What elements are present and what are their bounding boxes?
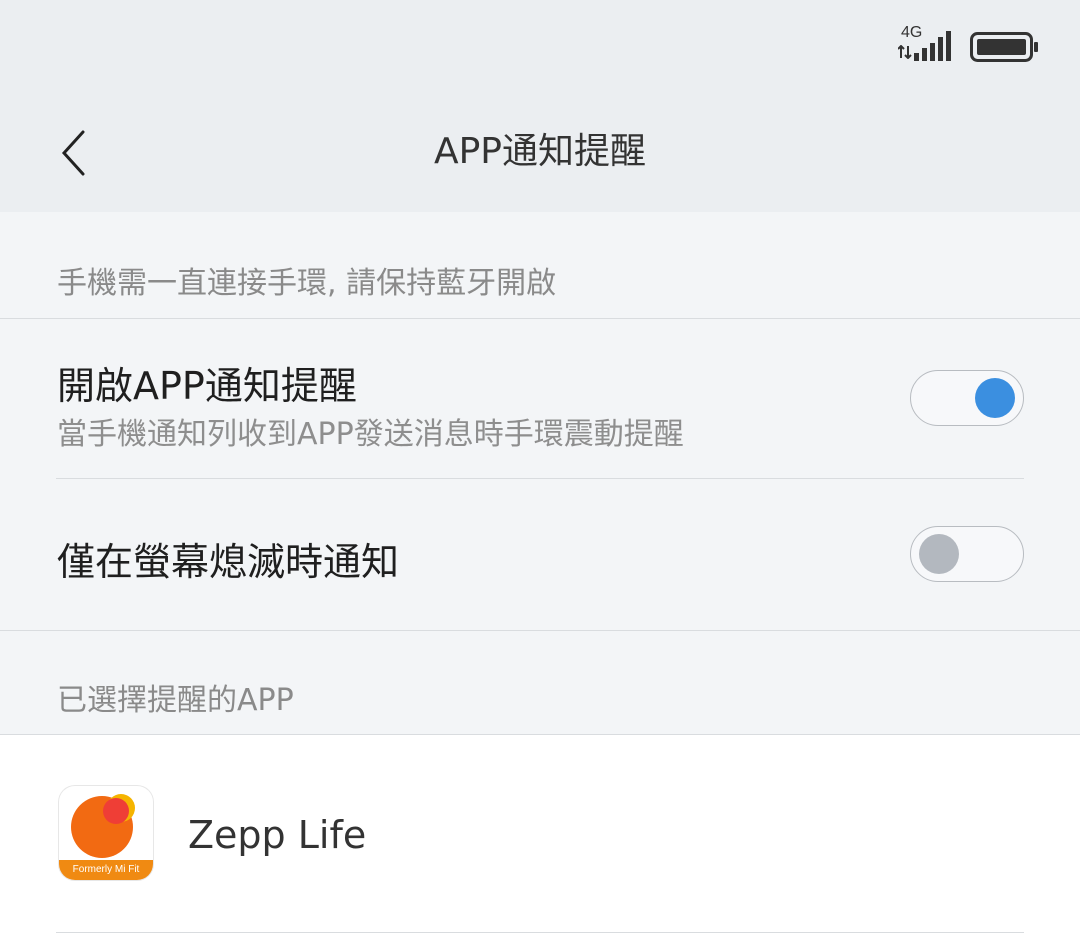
setting-title: 開啟APP通知提醒 (57, 364, 357, 408)
app-name: Zepp Life (188, 813, 367, 857)
setting-subtitle: 當手機通知列收到APP發送消息時手環震動提醒 (57, 417, 684, 452)
data-arrows-icon (898, 45, 912, 59)
selected-apps-header-text: 已選擇提醒的APP (57, 683, 294, 718)
toggle-knob (919, 534, 959, 574)
toggle-knob (975, 378, 1015, 418)
bluetooth-notice-text: 手機需一直連接手環, 請保持藍牙開啟 (57, 266, 557, 301)
battery-icon (970, 32, 1038, 62)
zepp-life-app-icon: Formerly Mi Fit (59, 786, 153, 880)
setting-title: 僅在螢幕熄滅時通知 (57, 540, 400, 584)
notify-screen-off-only-toggle[interactable] (910, 526, 1024, 582)
bluetooth-notice: 手機需一直連接手環, 請保持藍牙開啟 (0, 212, 1080, 319)
status-bar: 4G (0, 0, 1080, 92)
signal-icon (914, 31, 951, 61)
enable-app-notifications-toggle[interactable] (910, 370, 1024, 426)
settings-list: 開啟APP通知提醒 當手機通知列收到APP發送消息時手環震動提醒 僅在螢幕熄滅時… (0, 319, 1080, 631)
navigation-header: APP通知提醒 (0, 92, 1080, 212)
selected-apps-header: 已選擇提醒的APP (0, 631, 1080, 735)
app-icon-caption: Formerly Mi Fit (59, 860, 153, 880)
list-item-zepp-life[interactable]: Formerly Mi Fit Zepp Life (0, 735, 1080, 933)
divider (56, 932, 1024, 933)
selected-apps-list: Formerly Mi Fit Zepp Life (0, 735, 1080, 934)
page-title: APP通知提醒 (433, 131, 647, 172)
